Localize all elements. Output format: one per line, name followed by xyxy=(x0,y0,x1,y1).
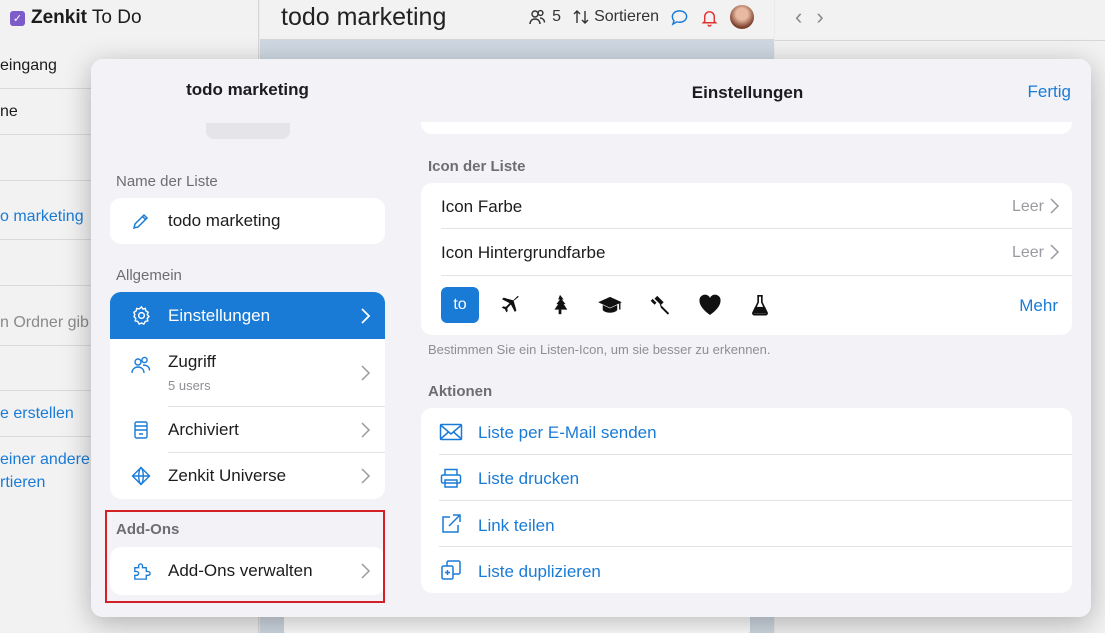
icon-color-row[interactable]: Icon Farbe Leer xyxy=(421,183,1072,229)
chevron-right-icon xyxy=(361,307,371,324)
modal-sidebar: todo marketing Name der Liste todo marke… xyxy=(91,59,404,617)
menu-item-zenkit-universe[interactable]: Zenkit Universe xyxy=(110,453,385,499)
users-icon xyxy=(529,9,546,25)
flask-icon[interactable] xyxy=(741,287,779,323)
members-button[interactable]: 5 xyxy=(528,8,561,26)
graduation-cap-icon[interactable] xyxy=(591,287,629,323)
icon-section-label: Icon der Liste xyxy=(428,158,526,175)
list-header: todo marketing 5 Sortieren xyxy=(260,0,774,40)
list-name-field[interactable]: todo marketing xyxy=(110,198,385,244)
sort-label: Sortieren xyxy=(594,8,659,25)
sidebar-item-label: ne xyxy=(0,102,18,120)
action-label: Link teilen xyxy=(478,516,555,535)
actions-section-label: Aktionen xyxy=(428,383,493,400)
action-duplicate-list[interactable]: Liste duplizieren xyxy=(421,547,1072,593)
app-brand: ✓ Zenkit To Do xyxy=(10,7,142,29)
addons-highlight-box xyxy=(105,510,385,603)
bell-icon[interactable] xyxy=(700,8,719,27)
duplicate-icon xyxy=(439,558,463,582)
share-icon xyxy=(439,512,463,536)
avatar[interactable] xyxy=(730,5,754,29)
icon-background-label: Icon Hintergrundfarbe xyxy=(441,243,606,262)
chevron-right-icon xyxy=(361,468,371,484)
actions-card: Liste per E-Mail senden Liste drucken Li… xyxy=(421,408,1072,593)
detail-nav: ‹ › xyxy=(795,4,824,30)
action-label: Liste duplizieren xyxy=(478,562,601,581)
action-share-link[interactable]: Link teilen xyxy=(421,501,1072,547)
brand-bold: Zenkit xyxy=(31,7,87,28)
gear-icon xyxy=(130,305,152,327)
plane-icon[interactable] xyxy=(491,287,529,323)
icon-background-row[interactable]: Icon Hintergrundfarbe Leer xyxy=(421,229,1072,276)
universe-icon xyxy=(130,465,152,487)
chevron-right-icon[interactable]: › xyxy=(816,4,823,30)
tree-icon[interactable] xyxy=(541,287,579,323)
list-icon-preview xyxy=(206,123,290,139)
icon-hint-text: Bestimmen Sie ein Listen-Icon, um sie be… xyxy=(428,342,771,357)
sidebar-item-label: eingang xyxy=(0,56,57,74)
menu-item-zugriff[interactable]: Zugriff 5 users xyxy=(110,339,385,407)
action-label: Liste drucken xyxy=(478,469,580,488)
list-toolbar: 5 Sortieren xyxy=(528,5,754,29)
settings-panel: Einstellungen Fertig Icon der Liste Icon… xyxy=(404,59,1091,617)
icon-settings-card: Icon Farbe Leer Icon Hintergrundfarbe Le… xyxy=(421,183,1072,335)
more-icons-button[interactable]: Mehr xyxy=(1019,296,1058,316)
chevron-right-icon xyxy=(1050,244,1060,260)
sidebar-item-label: einer andere xyxy=(0,451,90,468)
icon-background-value: Leer xyxy=(1011,244,1044,261)
sort-icon xyxy=(573,10,589,24)
action-label: Liste per E-Mail senden xyxy=(478,423,657,442)
gavel-icon[interactable] xyxy=(641,287,679,323)
list-settings-modal: todo marketing Name der Liste todo marke… xyxy=(91,59,1091,617)
archive-icon xyxy=(130,419,152,441)
sidebar-item-label: o marketing xyxy=(0,207,84,225)
users-icon xyxy=(130,354,152,376)
printer-icon xyxy=(439,466,463,490)
mail-icon xyxy=(439,420,463,444)
icon-color-label: Icon Farbe xyxy=(441,197,523,216)
previous-section-card xyxy=(421,122,1072,134)
pencil-icon xyxy=(130,210,152,232)
heart-icon[interactable] xyxy=(691,287,729,323)
zenkit-logo-icon: ✓ xyxy=(10,10,25,26)
comment-icon[interactable] xyxy=(670,8,689,27)
sidebar-item-label: rtieren xyxy=(0,474,46,491)
sort-button[interactable]: Sortieren xyxy=(572,8,659,26)
done-button[interactable]: Fertig xyxy=(1028,82,1071,102)
chevron-right-icon xyxy=(1050,198,1060,214)
sidebar-item-label: e erstellen xyxy=(0,404,74,422)
menu-item-einstellungen[interactable]: Einstellungen xyxy=(110,292,385,339)
brand-rest: To Do xyxy=(86,7,142,28)
icon-color-value: Leer xyxy=(1011,198,1044,215)
action-email-list[interactable]: Liste per E-Mail senden xyxy=(421,408,1072,455)
list-title: todo marketing xyxy=(281,3,447,31)
modal-list-title: todo marketing xyxy=(186,80,309,99)
settings-title: Einstellungen xyxy=(691,83,804,102)
sidebar-item-label: n Ordner gib xyxy=(0,313,89,331)
menu-item-label: Zenkit Universe xyxy=(168,466,287,485)
chevron-left-icon[interactable]: ‹ xyxy=(795,4,802,30)
general-section-label: Allgemein xyxy=(116,267,182,284)
list-name-value: todo marketing xyxy=(168,211,281,230)
general-menu: Einstellungen Zugriff 5 users Archiviert xyxy=(110,292,385,499)
members-count: 5 xyxy=(552,8,562,25)
icon-option-text[interactable]: to xyxy=(441,287,479,323)
menu-item-label: Zugriff xyxy=(168,352,216,371)
icon-picker: to xyxy=(441,287,791,323)
menu-item-sublabel: 5 users xyxy=(168,378,211,393)
action-print-list[interactable]: Liste drucken xyxy=(421,455,1072,501)
menu-item-label: Einstellungen xyxy=(168,305,271,325)
name-section-label: Name der Liste xyxy=(116,173,218,190)
chevron-right-icon xyxy=(361,422,371,438)
chevron-right-icon xyxy=(361,365,371,381)
menu-item-label: Archiviert xyxy=(168,420,239,439)
menu-item-archiviert[interactable]: Archiviert xyxy=(110,407,385,453)
